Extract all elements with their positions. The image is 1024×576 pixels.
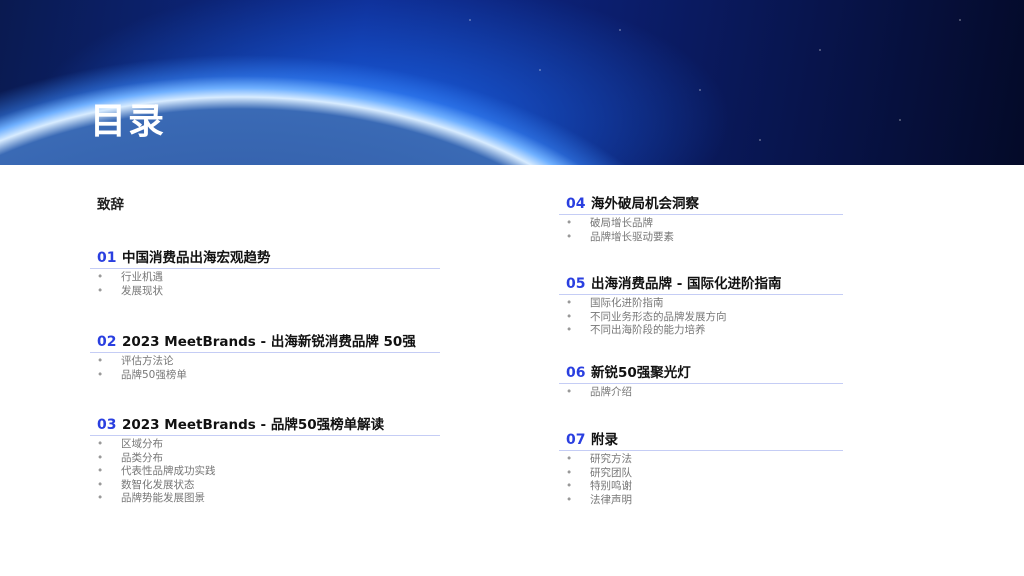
list-item: • 行业机遇	[90, 271, 440, 285]
list-item: • 品类分布	[90, 452, 440, 466]
item-label: 研究方法	[590, 453, 632, 465]
bullet-icon: •	[566, 217, 573, 229]
section-heading[interactable]: 04 海外破局机会洞察	[559, 192, 843, 215]
bullet-icon: •	[97, 465, 104, 478]
list-item: • 发展现状	[90, 285, 440, 299]
item-label: 不同业务形态的品牌发展方向	[590, 310, 727, 323]
bullet-icon: •	[97, 451, 104, 464]
toc-section-01: 01 中国消费品出海宏观趋势 • 行业机遇 • 发展现状	[90, 246, 440, 298]
toc-section-05: 05 出海消费品牌 - 国际化进阶指南 • 国际化进阶指南 • 不同业务形态的品牌发展方向…	[559, 272, 843, 338]
section-number: 01	[97, 250, 117, 266]
list-item: • 法律声明	[559, 494, 843, 508]
list-item: • 品牌势能发展图景	[90, 492, 440, 506]
item-label: 行业机遇	[121, 271, 163, 283]
item-label: 发展现状	[121, 284, 163, 297]
list-item: • 品牌增长驱动要素	[559, 231, 843, 245]
item-label: 品牌50强榜单	[121, 368, 187, 381]
item-label: 评估方法论	[121, 355, 174, 367]
bullet-icon: •	[566, 230, 573, 243]
item-label: 代表性品牌成功实践	[121, 465, 216, 478]
bullet-icon: •	[97, 438, 104, 450]
bullet-icon: •	[97, 368, 104, 381]
bullet-icon: •	[566, 310, 573, 323]
section-title: 海外破局机会洞察	[591, 196, 699, 212]
section-title: 出海消费品牌 - 国际化进阶指南	[591, 276, 782, 292]
item-label: 特别鸣谢	[590, 480, 632, 493]
list-item: • 特别鸣谢	[559, 480, 843, 494]
item-label: 法律声明	[590, 493, 632, 506]
bullet-icon: •	[97, 355, 104, 367]
bullet-icon: •	[566, 324, 573, 337]
section-items: • 国际化进阶指南 • 不同业务形态的品牌发展方向 • 不同出海阶段的能力培养	[559, 297, 843, 338]
toc-section-03: 03 2023 MeetBrands - 品牌50强榜单解读 • 区域分布 • 品类分布 •…	[90, 413, 440, 506]
section-number: 04	[566, 196, 586, 212]
section-number: 07	[566, 432, 586, 448]
list-item: • 数智化发展状态	[90, 479, 440, 493]
list-item: • 不同业务形态的品牌发展方向	[559, 311, 843, 325]
toc-section-07: 07 附录 • 研究方法 • 研究团队 • 特别鸣谢 • 法律声明	[559, 428, 843, 507]
bullet-icon: •	[566, 297, 573, 309]
item-label: 研究团队	[590, 466, 632, 479]
bullet-icon: •	[566, 493, 573, 506]
section-title: 2023 MeetBrands - 出海新锐消费品牌 50强	[122, 334, 416, 350]
section-heading[interactable]: 05 出海消费品牌 - 国际化进阶指南	[559, 272, 843, 295]
section-title: 中国消费品出海宏观趋势	[122, 250, 271, 266]
page-title: 目录	[90, 101, 167, 142]
section-number: 05	[566, 276, 586, 292]
item-label: 品牌势能发展图景	[121, 492, 205, 505]
section-items: • 区域分布 • 品类分布 • 代表性品牌成功实践 • 数智化发展状态 • 品牌势能发展图景	[90, 438, 440, 506]
bullet-icon: •	[97, 478, 104, 491]
list-item: • 研究方法	[559, 453, 843, 467]
item-label: 不同出海阶段的能力培养	[590, 324, 706, 337]
preface-entry: 致辞	[90, 193, 440, 213]
item-label: 破局增长品牌	[590, 217, 653, 229]
item-label: 区域分布	[121, 438, 163, 450]
bullet-icon: •	[566, 480, 573, 493]
bullet-icon: •	[97, 284, 104, 297]
list-item: • 研究团队	[559, 467, 843, 481]
bullet-icon: •	[566, 386, 573, 398]
section-heading[interactable]: 06 新锐50强聚光灯	[559, 361, 843, 384]
section-number: 02	[97, 334, 117, 350]
toc-section-06: 06 新锐50强聚光灯 • 品牌介绍	[559, 361, 843, 400]
section-title: 新锐50强聚光灯	[591, 365, 691, 381]
section-items: • 评估方法论 • 品牌50强榜单	[90, 355, 440, 382]
section-heading[interactable]: 07 附录	[559, 428, 843, 451]
list-item: • 国际化进阶指南	[559, 297, 843, 311]
toc-section-04: 04 海外破局机会洞察 • 破局增长品牌 • 品牌增长驱动要素	[559, 192, 843, 244]
section-items: • 研究方法 • 研究团队 • 特别鸣谢 • 法律声明	[559, 453, 843, 507]
item-label: 品牌介绍	[590, 386, 632, 398]
item-label: 品类分布	[121, 451, 163, 464]
item-label: 品牌增长驱动要素	[590, 230, 674, 243]
toc-section-02: 02 2023 MeetBrands - 出海新锐消费品牌 50强 • 评估方法论 • 品…	[90, 330, 440, 382]
section-heading[interactable]: 03 2023 MeetBrands - 品牌50强榜单解读	[90, 413, 440, 436]
header-banner: 目录	[0, 0, 1024, 165]
list-item: • 代表性品牌成功实践	[90, 465, 440, 479]
section-items: • 破局增长品牌 • 品牌增长驱动要素	[559, 217, 843, 244]
section-title: 附录	[591, 432, 618, 448]
list-item: • 破局增长品牌	[559, 217, 843, 231]
section-title: 2023 MeetBrands - 品牌50强榜单解读	[122, 417, 385, 433]
list-item: • 品牌50强榜单	[90, 369, 440, 383]
bullet-icon: •	[566, 453, 573, 465]
bullet-icon: •	[97, 271, 104, 283]
section-items: • 品牌介绍	[559, 386, 843, 400]
section-items: • 行业机遇 • 发展现状	[90, 271, 440, 298]
list-item: • 评估方法论	[90, 355, 440, 369]
section-number: 03	[97, 417, 117, 433]
item-label: 国际化进阶指南	[590, 297, 664, 309]
section-heading[interactable]: 01 中国消费品出海宏观趋势	[90, 246, 440, 269]
bullet-icon: •	[97, 492, 104, 505]
list-item: • 不同出海阶段的能力培养	[559, 324, 843, 338]
item-label: 数智化发展状态	[121, 478, 195, 491]
preface-label: 致辞	[97, 197, 124, 213]
section-heading[interactable]: 02 2023 MeetBrands - 出海新锐消费品牌 50强	[90, 330, 440, 353]
bullet-icon: •	[566, 466, 573, 479]
section-number: 06	[566, 365, 586, 381]
list-item: • 区域分布	[90, 438, 440, 452]
list-item: • 品牌介绍	[559, 386, 843, 400]
